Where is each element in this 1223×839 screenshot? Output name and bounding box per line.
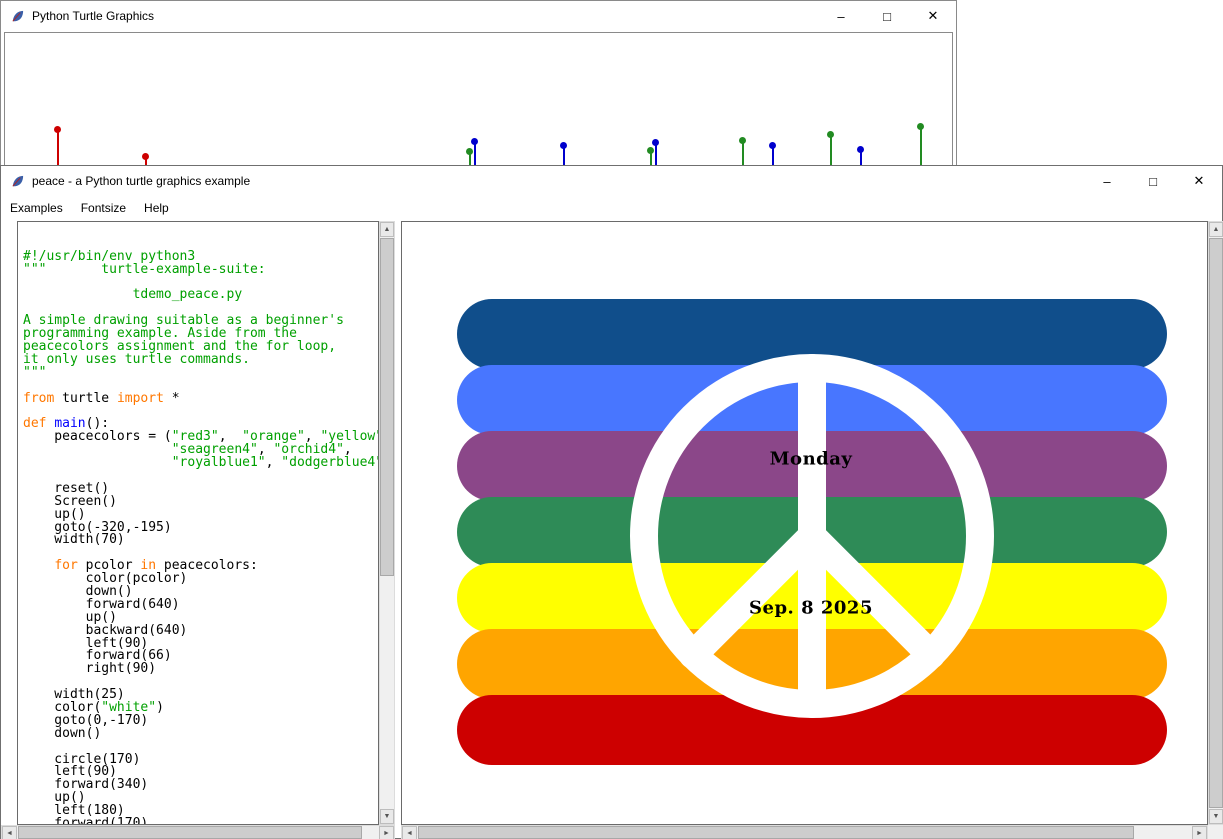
scroll-right-button[interactable]: ► bbox=[379, 826, 394, 839]
canvas-label-date: Sep. 8 2025 bbox=[749, 598, 873, 619]
scroll-up-icon: ▲ bbox=[1213, 226, 1220, 233]
scroll-down-button[interactable]: ▼ bbox=[1209, 809, 1223, 824]
canvas-label-monday: Monday bbox=[770, 449, 853, 470]
code-vscroll-thumb[interactable] bbox=[380, 238, 394, 576]
scroll-up-button[interactable]: ▲ bbox=[1209, 222, 1223, 237]
fg-close-button[interactable]: ✕ bbox=[1176, 166, 1222, 196]
fg-maximize-button[interactable]: □ bbox=[1130, 166, 1176, 196]
scroll-left-button[interactable]: ◄ bbox=[402, 826, 417, 839]
scroll-up-icon: ▲ bbox=[384, 226, 391, 233]
turtle-canvas: Monday Sep. 8 2025 bbox=[401, 221, 1208, 825]
window-peace-demo: peace - a Python turtle graphics example… bbox=[0, 165, 1223, 839]
peace-symbol bbox=[402, 222, 1207, 824]
canvas-horizontal-scrollbar[interactable]: ◄ ► bbox=[401, 825, 1208, 839]
bg-window-controls: – □ ✕ bbox=[818, 1, 956, 31]
scroll-left-icon: ◄ bbox=[406, 830, 413, 837]
scroll-left-icon: ◄ bbox=[6, 830, 13, 837]
turtle-figure-dot bbox=[560, 142, 567, 149]
scroll-right-icon: ► bbox=[1196, 830, 1203, 837]
scroll-down-button[interactable]: ▼ bbox=[380, 809, 394, 824]
close-icon: ✕ bbox=[928, 8, 939, 24]
scrollbar-corner bbox=[1208, 825, 1223, 839]
scroll-down-icon: ▼ bbox=[1213, 813, 1220, 820]
maximize-icon: □ bbox=[1149, 174, 1157, 189]
menu-item-examples[interactable]: Examples bbox=[1, 196, 72, 220]
tk-feather-icon bbox=[10, 174, 25, 189]
menu-item-help[interactable]: Help bbox=[135, 196, 178, 220]
minimize-icon: – bbox=[837, 9, 844, 24]
turtle-figure-dot bbox=[647, 147, 654, 154]
canvas-vertical-scrollbar[interactable]: ▲ ▼ bbox=[1208, 221, 1223, 825]
fg-minimize-button[interactable]: – bbox=[1084, 166, 1130, 196]
bg-titlebar[interactable]: Python Turtle Graphics – □ ✕ bbox=[1, 1, 956, 31]
turtle-figure-dot bbox=[739, 137, 746, 144]
menubar: ExamplesFontsizeHelp bbox=[1, 196, 1222, 220]
bg-window-title: Python Turtle Graphics bbox=[32, 9, 154, 23]
turtle-figure-dot bbox=[466, 148, 473, 155]
fg-titlebar[interactable]: peace - a Python turtle graphics example… bbox=[1, 166, 1222, 196]
turtle-figure-dot bbox=[142, 153, 149, 160]
turtle-figure-dot bbox=[769, 142, 776, 149]
minimize-icon: – bbox=[1103, 174, 1110, 189]
scroll-left-button[interactable]: ◄ bbox=[2, 826, 17, 839]
tk-feather-icon bbox=[10, 9, 25, 24]
scroll-down-icon: ▼ bbox=[384, 813, 391, 820]
turtle-figure-dot bbox=[652, 139, 659, 146]
bg-minimize-button[interactable]: – bbox=[818, 1, 864, 31]
code-vertical-scrollbar[interactable]: ▲ ▼ bbox=[379, 221, 395, 825]
code-viewer[interactable]: #!/usr/bin/env python3""" turtle-example… bbox=[17, 221, 379, 825]
scroll-up-button[interactable]: ▲ bbox=[380, 222, 394, 237]
turtle-figure-dot bbox=[471, 138, 478, 145]
bg-maximize-button[interactable]: □ bbox=[864, 1, 910, 31]
turtle-figure-dot bbox=[857, 146, 864, 153]
fg-window-title: peace - a Python turtle graphics example bbox=[32, 174, 250, 188]
scroll-right-button[interactable]: ► bbox=[1192, 826, 1207, 839]
close-icon: ✕ bbox=[1194, 173, 1205, 189]
code-text: #!/usr/bin/env python3""" turtle-example… bbox=[23, 251, 378, 825]
fg-window-controls: – □ ✕ bbox=[1084, 166, 1222, 196]
maximize-icon: □ bbox=[883, 9, 891, 24]
turtle-figure-dot bbox=[827, 131, 834, 138]
code-horizontal-scrollbar[interactable]: ◄ ► bbox=[1, 825, 395, 839]
scroll-right-icon: ► bbox=[383, 830, 390, 837]
turtle-figure-dot bbox=[54, 126, 61, 133]
canvas-vscroll-thumb[interactable] bbox=[1209, 238, 1223, 808]
turtle-figure-dot bbox=[917, 123, 924, 130]
code-hscroll-thumb[interactable] bbox=[18, 826, 362, 839]
menu-item-fontsize[interactable]: Fontsize bbox=[72, 196, 135, 220]
canvas-hscroll-thumb[interactable] bbox=[418, 826, 1134, 839]
bg-close-button[interactable]: ✕ bbox=[910, 1, 956, 31]
